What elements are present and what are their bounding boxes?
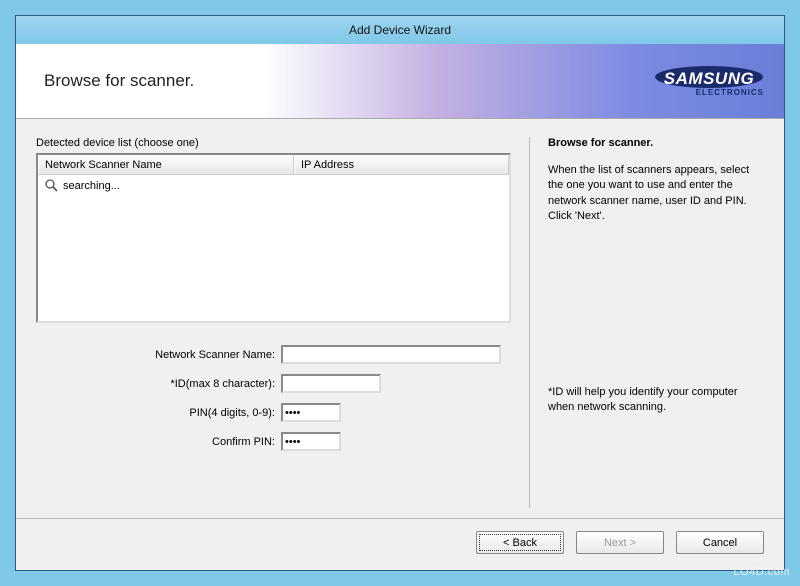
right-pane: Browse for scanner. When the list of sca…	[529, 137, 764, 508]
list-header: Network Scanner Name IP Address	[38, 155, 509, 175]
id-label: *ID(max 8 character):	[36, 378, 281, 390]
scanner-name-label: Network Scanner Name:	[36, 349, 281, 361]
content-area: Detected device list (choose one) Networ…	[16, 119, 784, 518]
row-scanner-name: Network Scanner Name:	[36, 345, 511, 364]
id-input[interactable]	[281, 374, 381, 393]
back-button[interactable]: < Back	[476, 531, 564, 554]
confirm-pin-label: Confirm PIN:	[36, 436, 281, 448]
list-caption: Detected device list (choose one)	[36, 137, 511, 149]
device-list[interactable]: Network Scanner Name IP Address searchin…	[36, 153, 511, 323]
column-header-ip[interactable]: IP Address	[294, 155, 509, 174]
row-id: *ID(max 8 character):	[36, 374, 511, 393]
brand-main: SAMSUNG	[654, 70, 764, 87]
scanner-name-input[interactable]	[281, 345, 501, 364]
next-button: Next >	[576, 531, 664, 554]
row-confirm-pin: Confirm PIN:	[36, 432, 511, 451]
title-bar[interactable]: Add Device Wizard	[16, 16, 784, 44]
wizard-footer: < Back Next > Cancel	[16, 518, 784, 570]
banner-heading: Browse for scanner.	[44, 71, 194, 91]
cancel-button[interactable]: Cancel	[676, 531, 764, 554]
wizard-window: Add Device Wizard Browse for scanner. SA…	[15, 15, 785, 571]
right-body: When the list of scanners appears, selec…	[548, 163, 764, 225]
row-pin: PIN(4 digits, 0-9):	[36, 403, 511, 422]
pin-label: PIN(4 digits, 0-9):	[36, 407, 281, 419]
searching-row: searching...	[42, 177, 505, 194]
column-header-name[interactable]: Network Scanner Name	[38, 155, 294, 174]
right-note: *ID will help you identify your computer…	[548, 385, 764, 416]
magnifier-icon	[44, 178, 59, 193]
window-title: Add Device Wizard	[349, 23, 451, 37]
left-pane: Detected device list (choose one) Networ…	[36, 137, 511, 508]
brand-block: SAMSUNG ELECTRONICS	[654, 65, 764, 97]
form-area: Network Scanner Name: *ID(max 8 characte…	[36, 345, 511, 461]
pin-input[interactable]	[281, 403, 341, 422]
searching-text: searching...	[63, 180, 120, 192]
confirm-pin-input[interactable]	[281, 432, 341, 451]
list-body[interactable]: searching...	[38, 175, 509, 321]
wizard-banner: Browse for scanner. SAMSUNG ELECTRONICS	[16, 44, 784, 119]
right-title: Browse for scanner.	[548, 137, 764, 149]
brand-sub: ELECTRONICS	[654, 89, 764, 97]
